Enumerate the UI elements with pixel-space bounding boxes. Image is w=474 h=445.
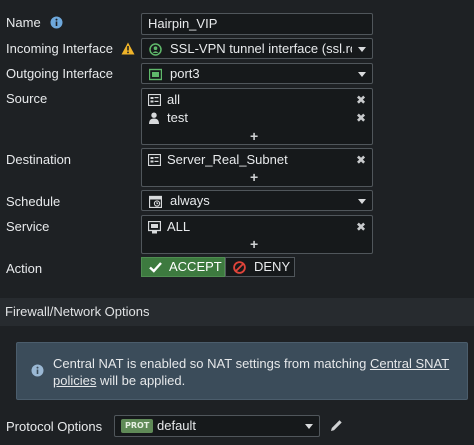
notice-text-end: will be applied. bbox=[96, 373, 186, 388]
accept-button-label: ACCEPT bbox=[169, 259, 222, 274]
info-icon bbox=[31, 364, 44, 377]
incoming-interface-value: SSL-VPN tunnel interface (ssl.root) bbox=[170, 41, 352, 56]
schedule-value: always bbox=[170, 193, 210, 208]
section-header: Firewall/Network Options bbox=[0, 298, 474, 326]
action-label: Action bbox=[6, 261, 43, 276]
edit-icon[interactable] bbox=[330, 419, 343, 432]
destination-label: Destination bbox=[6, 152, 72, 167]
list-item[interactable]: ALL bbox=[148, 218, 368, 236]
destination-item-label: Server_Real_Subnet bbox=[167, 152, 288, 167]
name-label-text: Name bbox=[6, 15, 41, 30]
name-input-value: Hairpin_VIP bbox=[148, 16, 218, 31]
incoming-interface-label-text: Incoming Interface bbox=[6, 41, 113, 56]
service-list: ALL ✖ + bbox=[141, 215, 373, 254]
source-item-label: test bbox=[167, 110, 188, 125]
source-list: all ✖ test ✖ + bbox=[141, 88, 373, 145]
name-input[interactable]: Hairpin_VIP bbox=[141, 13, 373, 35]
add-icon[interactable]: + bbox=[250, 237, 258, 251]
protocol-options-select[interactable]: PROT default bbox=[114, 415, 320, 437]
deny-icon bbox=[233, 261, 246, 274]
chevron-down-icon bbox=[358, 72, 366, 77]
link-text-part1: Central SNAT bbox=[369, 356, 450, 371]
prot-badge: PROT bbox=[121, 419, 154, 433]
schedule-label: Schedule bbox=[6, 194, 61, 209]
chevron-down-icon bbox=[358, 47, 366, 52]
service-item-label: ALL bbox=[167, 219, 191, 234]
checkmark-icon bbox=[149, 261, 162, 273]
deny-button-label: DENY bbox=[254, 259, 291, 274]
service-icon bbox=[148, 221, 161, 234]
add-icon[interactable]: + bbox=[250, 170, 258, 184]
remove-icon[interactable]: ✖ bbox=[356, 153, 366, 167]
name-label: Name bbox=[6, 15, 63, 30]
port-icon bbox=[149, 68, 162, 81]
calendar-icon bbox=[149, 195, 162, 208]
protocol-options-value: default bbox=[157, 418, 197, 433]
outgoing-interface-label: Outgoing Interface bbox=[6, 66, 113, 81]
service-label: Service bbox=[6, 219, 50, 234]
list-item[interactable]: Server_Real_Subnet bbox=[148, 151, 368, 169]
link-text-part2: policies bbox=[53, 373, 97, 388]
notice-text: Central NAT is enabled so NAT settings f… bbox=[53, 356, 370, 371]
list-item[interactable]: test bbox=[148, 109, 368, 127]
info-icon bbox=[50, 16, 63, 29]
outgoing-interface-select[interactable]: port3 bbox=[141, 63, 373, 84]
remove-icon[interactable]: ✖ bbox=[356, 220, 366, 234]
chevron-down-icon bbox=[305, 424, 313, 429]
user-icon bbox=[148, 112, 160, 124]
tunnel-icon bbox=[149, 43, 162, 56]
address-icon bbox=[148, 94, 161, 106]
warning-icon bbox=[121, 42, 135, 55]
section-title: Firewall/Network Options bbox=[5, 304, 150, 319]
remove-icon[interactable]: ✖ bbox=[356, 93, 366, 107]
accept-button[interactable]: ACCEPT bbox=[141, 257, 225, 277]
destination-list: Server_Real_Subnet ✖ + bbox=[141, 148, 373, 187]
source-item-label: all bbox=[167, 92, 181, 107]
remove-icon[interactable]: ✖ bbox=[356, 111, 366, 125]
source-label: Source bbox=[6, 91, 48, 106]
deny-button[interactable]: DENY bbox=[225, 257, 295, 277]
incoming-interface-label: Incoming Interface bbox=[6, 41, 135, 56]
add-icon[interactable]: + bbox=[250, 129, 258, 143]
chevron-down-icon bbox=[358, 199, 366, 204]
outgoing-interface-value: port3 bbox=[170, 66, 200, 81]
info-notice: Central NAT is enabled so NAT settings f… bbox=[16, 342, 468, 400]
address-icon bbox=[148, 154, 161, 166]
notice-message: Central NAT is enabled so NAT settings f… bbox=[53, 355, 463, 389]
incoming-interface-select[interactable]: SSL-VPN tunnel interface (ssl.root) bbox=[141, 38, 373, 59]
protocol-options-label: Protocol Options bbox=[6, 419, 103, 434]
list-item[interactable]: all bbox=[148, 91, 368, 109]
schedule-select[interactable]: always bbox=[141, 190, 373, 211]
